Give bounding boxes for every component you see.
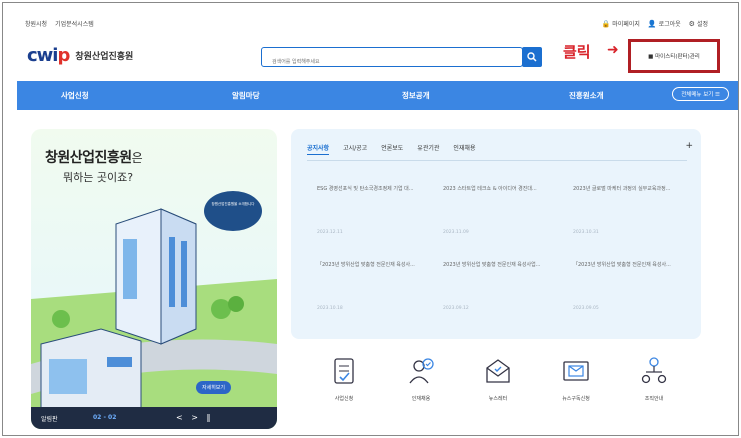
manage-button[interactable]: ■ 마이스티(판터)관리 <box>628 39 720 73</box>
notice-panel: 공지사항 고시/공고 언론보도 유관기관 인재채용 + ESG 경영선포식 및 … <box>291 129 701 339</box>
search-box <box>261 47 523 70</box>
nav-item-notice[interactable]: 알림마당 <box>232 90 260 101</box>
quick-link-subscribe[interactable]: 뉴스구독신청 <box>541 351 611 402</box>
util-link-analysis[interactable]: 기업분석시스템 <box>55 19 94 28</box>
gear-icon: ⚙ <box>688 20 695 28</box>
site-logo[interactable]: cwip 창원산업진흥원 <box>27 45 133 66</box>
main-nav: 사업신청 알림마당 정보공개 진흥원소개 전체메뉴 보기 ☰ <box>17 81 738 110</box>
hero-page-indicator: 02 - 02 <box>93 414 117 421</box>
list-item[interactable]: 「2023년 방위산업 맞춤형 전문인재 육성사... 2023.10.18 <box>317 261 431 311</box>
quick-link-recruit[interactable]: 인재채용 <box>386 351 456 402</box>
hero-control-label: 알림판 <box>41 416 58 423</box>
quick-link-newsletter[interactable]: 뉴스레터 <box>463 351 533 402</box>
hero-banner[interactable]: 창원산업진흥원은 뭐하는 곳이죠? 창원산업진흥원을 소개합니다 자세히보기 알… <box>31 129 277 429</box>
utility-bar: 창원시청 기업분석시스템 🔒 마이페이지 👤 로그아웃 ⚙ 설정 <box>3 3 738 31</box>
list-item[interactable]: 2023년 글로벌 마케터 과정의 실무교육과정... 2023.10.31 <box>573 185 687 235</box>
tab-press[interactable]: 언론보도 <box>381 143 403 155</box>
logo-text: 창원산업진흥원 <box>75 52 134 62</box>
hero-controls: 알림판 02 - 02 < > ‖ <box>31 407 277 429</box>
all-menu-button[interactable]: 전체메뉴 보기 ☰ <box>672 87 729 101</box>
logo-mark: cwip <box>27 45 70 66</box>
logout-link[interactable]: 👤 로그아웃 <box>648 19 681 28</box>
tab-announcement[interactable]: 고시/공고 <box>343 143 367 155</box>
hero-illustration <box>31 208 277 429</box>
quick-links: 사업신청 인재채용 뉴스레터 뉴스구독신청 조직안내 <box>291 351 701 429</box>
user-check-icon <box>409 358 434 384</box>
search-icon <box>527 52 537 62</box>
mypage-link[interactable]: 🔒 마이페이지 <box>602 19 640 28</box>
newsletter-icon <box>486 359 510 383</box>
nav-item-about[interactable]: 진흥원소개 <box>569 90 604 101</box>
tab-recruit[interactable]: 인재채용 <box>453 143 475 155</box>
more-plus-button[interactable]: + <box>685 141 693 151</box>
list-item[interactable]: 「2023년 방위산업 맞춤형 전문인재 육성사... 2023.09.05 <box>573 261 687 311</box>
notice-tabs: 공지사항 고시/공고 언론보도 유관기관 인재채용 <box>307 143 475 155</box>
quick-link-apply[interactable]: 사업신청 <box>309 351 379 402</box>
click-annotation: 클릭 <box>563 43 591 61</box>
search-input[interactable] <box>262 54 502 70</box>
settings-link[interactable]: ⚙ 설정 <box>689 19 708 28</box>
org-chart-icon <box>641 357 667 384</box>
search-button[interactable] <box>522 47 542 67</box>
util-link-cityhall[interactable]: 창원시청 <box>25 19 47 28</box>
tab-related[interactable]: 유관기관 <box>417 143 439 155</box>
nav-item-apply[interactable]: 사업신청 <box>61 90 89 101</box>
list-item[interactable]: 2023 스타트업 테크쇼 & 아이디어 경진대... 2023.11.09 <box>443 185 557 235</box>
tab-notice[interactable]: 공지사항 <box>307 143 330 155</box>
list-item[interactable]: 2023년 방위산업 맞춤형 전문인재 육성사업... 2023.09.12 <box>443 261 557 311</box>
quick-link-org[interactable]: 조직안내 <box>619 351 689 402</box>
mail-subscribe-icon <box>563 361 589 381</box>
lock-icon: 🔒 <box>601 20 611 28</box>
nav-item-info[interactable]: 정보공개 <box>402 90 430 101</box>
arrow-right-icon: ➜ <box>607 42 619 58</box>
tab-divider <box>307 160 687 161</box>
hero-nav-arrows[interactable]: < > ‖ <box>176 413 214 422</box>
list-item[interactable]: ESG 경영선포식 및 탄소국경조정제 기업 대... 2023.12.11 <box>317 185 431 235</box>
browser-frame: 창원시청 기업분석시스템 🔒 마이페이지 👤 로그아웃 ⚙ 설정 cwip 창원산업진… <box>2 2 739 436</box>
user-icon: 👤 <box>647 20 657 28</box>
hero-more-button[interactable]: 자세히보기 <box>196 381 232 394</box>
document-edit-icon <box>334 358 354 384</box>
